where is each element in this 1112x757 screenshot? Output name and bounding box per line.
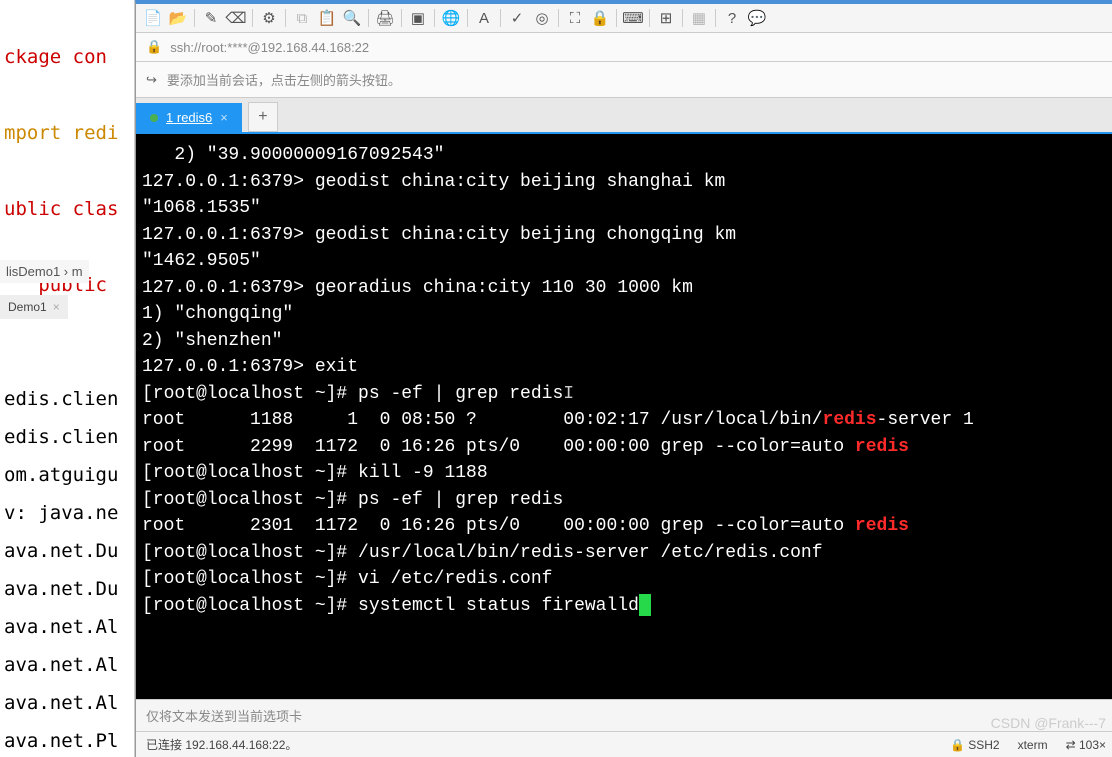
editor-tab[interactable]: Demo1× (0, 295, 68, 319)
globe-icon[interactable]: 🌐 (440, 7, 462, 29)
session-tabs: 1 redis6 × + (136, 98, 1112, 134)
close-icon[interactable]: × (53, 300, 60, 314)
terminal-app: 📄📂✎⌫⚙⧉📋🔍🖨▣🌐A✓◎⛶🔒⌨⊞▦?💬 🔒 ssh://root:****@… (135, 0, 1112, 757)
compass-icon[interactable]: ◎ (531, 7, 553, 29)
grid-dim-icon[interactable]: ▦ (688, 7, 710, 29)
chat-icon[interactable]: 💬 (746, 7, 768, 29)
lock-icon: 🔒 (146, 39, 162, 55)
search-icon[interactable]: 🔍 (341, 7, 363, 29)
eraser-icon[interactable]: ⌫ (225, 7, 247, 29)
add-tab-button[interactable]: + (248, 102, 278, 132)
window-add-icon[interactable]: ⊞ (655, 7, 677, 29)
toolbar: 📄📂 ✎⌫ ⚙ ⧉📋🔍 🖨 ▣ 🌐 A ✓◎ ⛶🔒 ⌨ ⊞ ▦?💬 (136, 4, 1112, 33)
keyboard-icon[interactable]: ⌨ (622, 7, 644, 29)
term-size: ⇄ 103× (1066, 738, 1106, 752)
fullscreen-icon[interactable]: ⛶ (564, 7, 586, 29)
terminal[interactable]: 2) "39.90000009167092543"127.0.0.1:6379>… (136, 134, 1112, 699)
new-doc-icon[interactable]: 📄 (142, 7, 164, 29)
paste-icon[interactable]: 📋 (316, 7, 338, 29)
printer-icon[interactable]: 🖨 (374, 7, 396, 29)
term-type: xterm (1018, 738, 1048, 752)
close-icon[interactable]: × (220, 110, 228, 125)
tab-redis6[interactable]: 1 redis6 × (136, 103, 242, 132)
connection-status: 已连接 192.168.44.168:22。 (146, 736, 297, 753)
marker-icon[interactable]: ✓ (506, 7, 528, 29)
open-folder-icon[interactable]: 📂 (167, 7, 189, 29)
hint-bar: ↪ 要添加当前会话，点击左侧的箭头按钮。 (136, 62, 1112, 98)
pencil-icon[interactable]: ✎ (200, 7, 222, 29)
box-icon[interactable]: ▣ (407, 7, 429, 29)
lock-icon[interactable]: 🔒 (589, 7, 611, 29)
status-dot-icon (150, 114, 158, 122)
font-icon[interactable]: A (473, 7, 495, 29)
share-icon[interactable]: ↪ (146, 72, 157, 88)
breadcrumb: lisDemo1 › m (0, 260, 89, 283)
protocol-label: 🔒 SSH2 (950, 738, 1000, 752)
copy-dim-icon[interactable]: ⧉ (291, 7, 313, 29)
editor-background: ckage con mport redi ublic clas public e… (0, 0, 135, 757)
help-icon[interactable]: ? (721, 7, 743, 29)
send-mode-bar[interactable]: 仅将文本发送到当前选项卡 (136, 699, 1112, 731)
address-url: ssh://root:****@192.168.44.168:22 (170, 40, 369, 55)
address-bar[interactable]: 🔒 ssh://root:****@192.168.44.168:22 (136, 33, 1112, 62)
gear-icon[interactable]: ⚙ (258, 7, 280, 29)
status-bar: 已连接 192.168.44.168:22。 🔒 SSH2 xterm ⇄ 10… (136, 731, 1112, 757)
